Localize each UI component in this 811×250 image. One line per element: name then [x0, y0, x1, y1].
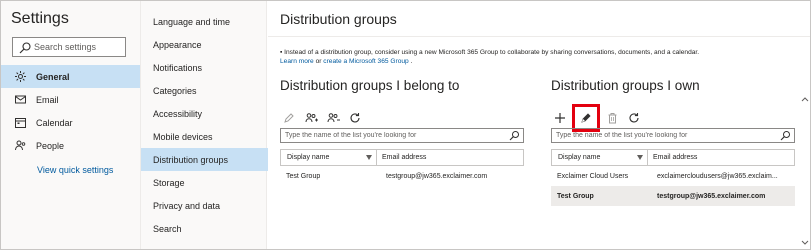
row-email: exclaimercloudusers@jw365.exclaim...	[657, 172, 778, 180]
subnav-distribution-groups[interactable]: Distribution groups	[141, 148, 268, 171]
category-label: People	[36, 140, 65, 151]
refresh-button[interactable]	[346, 109, 364, 127]
outlook-settings-window: Settings General Email	[0, 0, 811, 250]
row-email: testgroup@jw365.exclaimer.com	[657, 192, 766, 200]
category-general[interactable]: General	[1, 65, 140, 88]
own-search-input[interactable]	[556, 129, 778, 142]
view-quick-settings-link[interactable]: View quick settings	[37, 165, 113, 175]
trash-icon	[608, 113, 616, 124]
divider	[268, 36, 810, 37]
col-email-header[interactable]: Email address	[648, 150, 794, 165]
column-header-label: Display name	[558, 154, 601, 161]
groups-belong-heading: Distribution groups I belong to	[280, 78, 460, 93]
subnav-appearance[interactable]: Appearance	[141, 33, 268, 56]
learn-more-link[interactable]: Learn more	[280, 58, 314, 65]
groups-belong-section: Distribution groups I belong to Type the…	[280, 78, 524, 180]
mail-icon	[15, 95, 26, 104]
add-people-icon	[305, 113, 318, 123]
groups-own-section: Distribution groups I own Type the name …	[551, 78, 795, 206]
subnav-notifications[interactable]: Notifications	[141, 56, 268, 79]
table-row[interactable]: Test Group testgroup@jw365.exclaimer.com	[280, 166, 524, 186]
subnav-search[interactable]: Search	[141, 217, 268, 240]
column-header-label: Display name	[287, 154, 330, 161]
table-row-selected[interactable]: Test Group testgroup@jw365.exclaimer.com	[551, 186, 795, 206]
subnav-categories[interactable]: Categories	[141, 79, 268, 102]
general-subnav-list: Language and time Appearance Notificatio…	[141, 10, 268, 240]
row-email: testgroup@jw365.exclaimer.com	[386, 172, 488, 180]
notice-end: .	[410, 58, 413, 65]
belong-search-input[interactable]	[285, 129, 507, 142]
own-groups-table: Display name Email address Exclaimer Clo…	[551, 149, 795, 206]
table-row[interactable]: Exclaimer Cloud Users exclaimerclouduser…	[551, 166, 795, 186]
row-display-name: Test Group	[557, 192, 594, 200]
sort-desc-icon	[637, 155, 643, 160]
settings-sidebar: Settings General Email	[1, 1, 140, 249]
category-people[interactable]: People	[1, 134, 140, 157]
subnav-language-and-time[interactable]: Language and time	[141, 10, 268, 33]
category-label: Email	[36, 94, 59, 105]
subnav-privacy-and-data[interactable]: Privacy and data	[141, 194, 268, 217]
own-search-box[interactable]	[551, 128, 795, 143]
leave-group-button[interactable]	[324, 109, 342, 127]
table-header: Display name Email address	[280, 149, 524, 166]
category-label: General	[36, 71, 70, 82]
category-calendar[interactable]: Calendar	[1, 111, 140, 134]
category-label: Calendar	[36, 117, 73, 128]
settings-title: Settings	[11, 10, 69, 27]
edit-group-button[interactable]	[280, 109, 298, 127]
calendar-icon	[15, 118, 26, 128]
page-title: Distribution groups	[280, 11, 397, 27]
distribution-groups-pane: Distribution groups ▪ Instead of a distr…	[268, 1, 810, 249]
edit-owned-group-button[interactable]	[572, 104, 600, 132]
belong-toolbar	[280, 109, 368, 127]
plus-icon	[555, 113, 565, 123]
gear-icon	[15, 71, 26, 82]
belong-search-box[interactable]	[280, 128, 524, 143]
belong-groups-table: Display name Email address Test Group te…	[280, 149, 524, 186]
people-icon	[15, 140, 26, 151]
create-m365-group-link[interactable]: create a Microsoft 365 Group	[323, 58, 408, 65]
refresh-icon	[629, 113, 639, 123]
search-icon[interactable]	[780, 130, 791, 141]
subnav-accessibility[interactable]: Accessibility	[141, 102, 268, 125]
col-email-header[interactable]: Email address	[377, 150, 523, 165]
search-icon[interactable]	[509, 130, 520, 141]
sort-desc-icon	[366, 155, 372, 160]
notice-text: Instead of a distribution group, conside…	[284, 49, 700, 56]
notice-or: or	[315, 58, 322, 65]
settings-category-list: General Email Calendar People	[1, 65, 140, 157]
general-subnav: Language and time Appearance Notificatio…	[140, 1, 268, 249]
delete-group-button[interactable]	[603, 109, 621, 127]
refresh-icon	[350, 113, 360, 123]
table-header: Display name Email address	[551, 149, 795, 166]
refresh-button[interactable]	[625, 109, 643, 127]
col-display-name-header[interactable]: Display name	[552, 150, 648, 165]
new-group-button[interactable]	[551, 109, 569, 127]
join-group-button[interactable]	[302, 109, 320, 127]
pencil-icon	[284, 113, 294, 123]
own-toolbar	[551, 104, 647, 132]
col-display-name-header[interactable]: Display name	[281, 150, 377, 165]
remove-people-icon	[327, 113, 340, 123]
settings-search-input[interactable]	[34, 39, 124, 55]
m365-group-notice: ▪ Instead of a distribution group, consi…	[280, 48, 800, 66]
row-display-name: Test Group	[286, 172, 321, 180]
search-icon	[19, 42, 31, 54]
scrollbar[interactable]	[801, 96, 809, 246]
subnav-mobile-devices[interactable]: Mobile devices	[141, 125, 268, 148]
groups-own-heading: Distribution groups I own	[551, 78, 700, 93]
pencil-icon	[581, 113, 591, 123]
category-email[interactable]: Email	[1, 88, 140, 111]
row-display-name: Exclaimer Cloud Users	[557, 172, 629, 180]
subnav-storage[interactable]: Storage	[141, 171, 268, 194]
settings-search-box[interactable]	[12, 37, 126, 57]
